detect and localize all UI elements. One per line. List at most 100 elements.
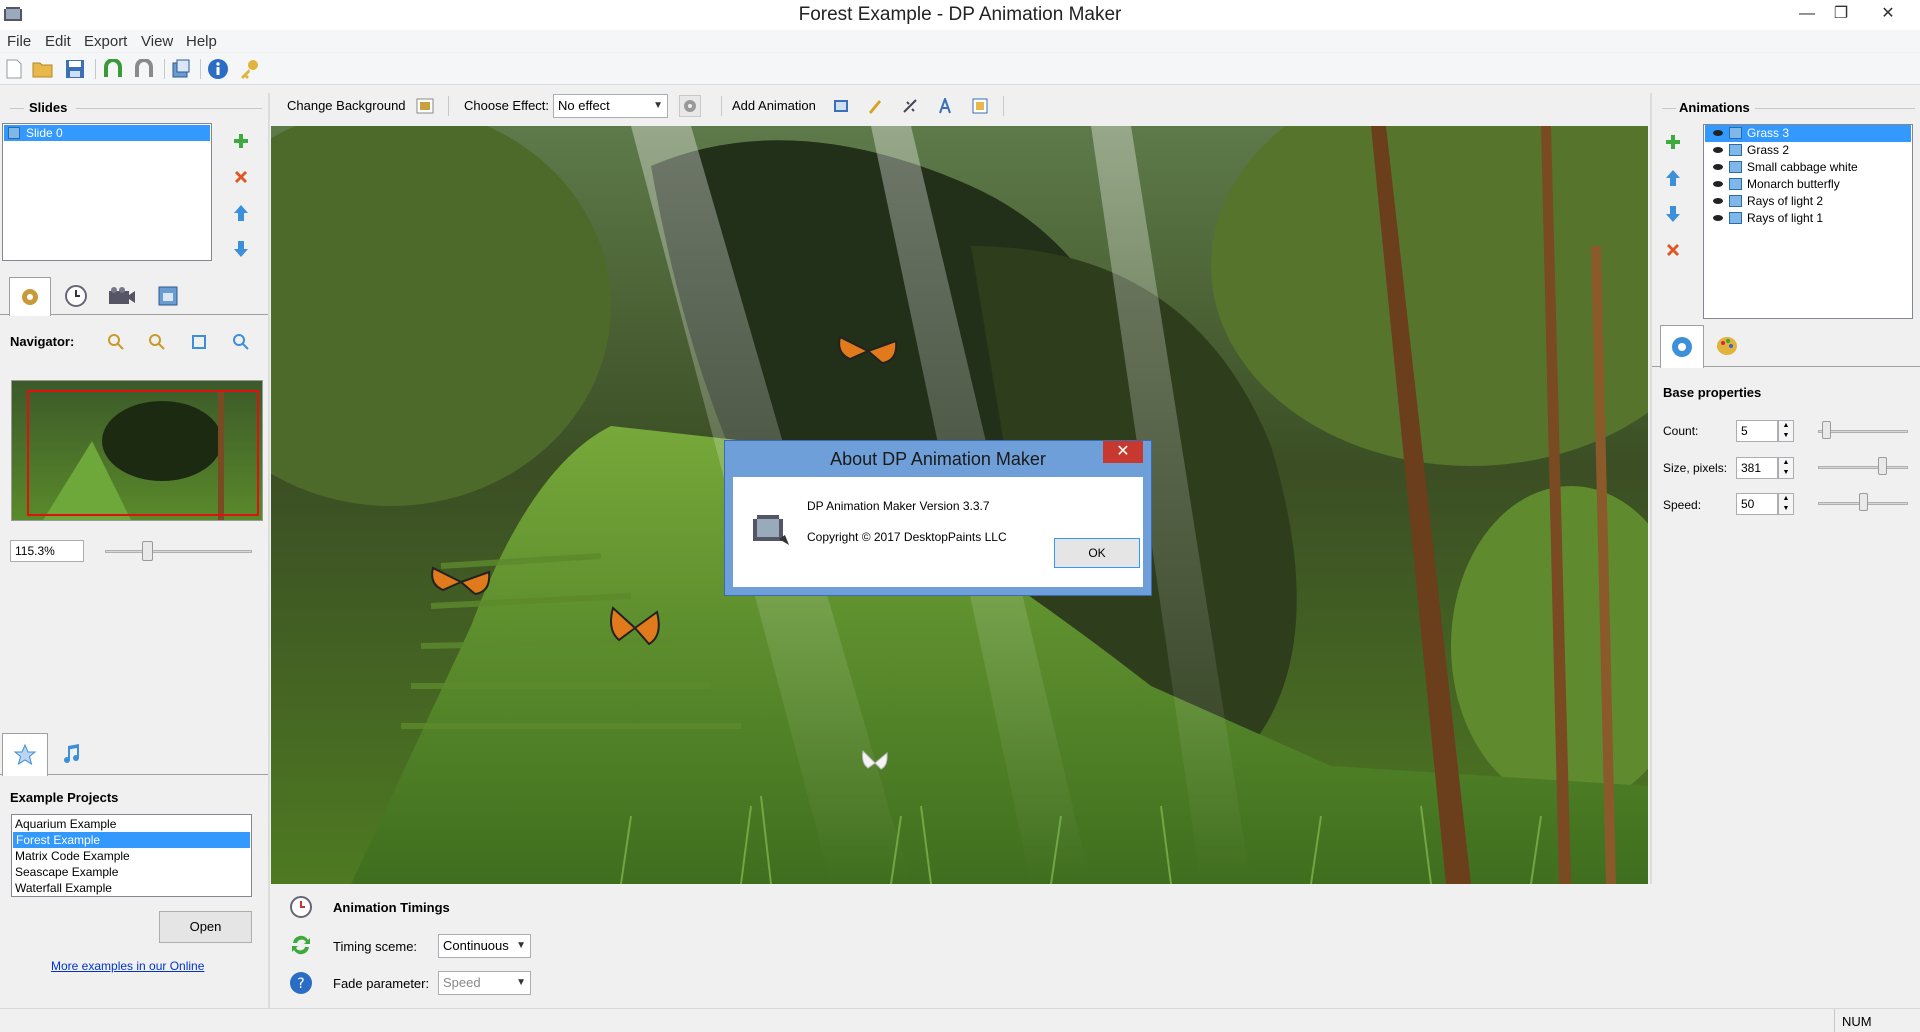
visibility-eye-icon[interactable] [1713, 215, 1723, 221]
move-animation-down-button[interactable] [1662, 203, 1684, 225]
count-slider-thumb[interactable] [1822, 421, 1832, 439]
example-item-matrix[interactable]: Matrix Code Example [12, 848, 251, 864]
menu-help[interactable]: Help [186, 33, 217, 50]
effect-select[interactable]: No effect ▼ [553, 94, 668, 118]
section-rule [1662, 108, 1676, 109]
delete-animation-button[interactable] [1662, 239, 1684, 261]
tab-slide-settings[interactable] [9, 277, 51, 316]
menu-export[interactable]: Export [84, 33, 127, 50]
slides-list[interactable]: Slide 0 [2, 123, 212, 261]
size-slider-track[interactable] [1818, 466, 1908, 469]
arrow-up-icon [1666, 170, 1680, 186]
example-item-waterfall[interactable]: Waterfall Example [12, 880, 251, 896]
toolbar-separator [200, 59, 201, 79]
add-image-animation-icon[interactable] [830, 95, 852, 117]
close-icon: ✕ [1116, 443, 1130, 460]
add-sprite-animation-icon[interactable] [969, 95, 991, 117]
tab-timing[interactable] [55, 277, 97, 315]
move-animation-up-button[interactable] [1662, 167, 1684, 189]
visibility-eye-icon[interactable] [1713, 181, 1723, 187]
open-folder-icon[interactable] [31, 57, 55, 81]
animation-tabs [1652, 325, 1920, 368]
info-icon[interactable] [206, 57, 230, 81]
size-field[interactable]: 381 [1736, 457, 1778, 479]
new-file-icon[interactable] [2, 57, 26, 81]
visibility-eye-icon[interactable] [1713, 130, 1723, 136]
timing-scheme-select[interactable]: Continuous ▼ [438, 934, 531, 958]
fade-parameter-select[interactable]: Speed ▼ [438, 971, 531, 995]
slide-item[interactable]: Slide 0 [4, 125, 210, 141]
open-example-button[interactable]: Open [159, 911, 252, 943]
tab-appearance[interactable] [1706, 325, 1748, 367]
add-brush-animation-icon[interactable] [864, 95, 886, 117]
gear-icon [22, 289, 38, 305]
left-splitter[interactable] [268, 93, 270, 1008]
visibility-eye-icon[interactable] [1713, 164, 1723, 170]
tab-camera[interactable] [101, 277, 143, 315]
timings-title: Animation Timings [333, 900, 450, 915]
count-spinner[interactable]: ▲ ▼ [1778, 420, 1794, 442]
animation-item[interactable]: Monarch butterfly [1705, 176, 1911, 193]
background-icon[interactable] [414, 95, 436, 117]
key-icon[interactable] [237, 57, 261, 81]
tab-examples[interactable] [2, 733, 48, 776]
add-slide-button[interactable] [230, 130, 252, 152]
zoom-slider-track[interactable] [105, 550, 252, 553]
move-slide-down-button[interactable] [230, 238, 252, 260]
animations-list[interactable]: Grass 3 Grass 2 Small cabbage white Monarch… [1703, 124, 1913, 319]
example-item-aquarium[interactable]: Aquarium Example [12, 816, 251, 832]
animation-item[interactable]: Grass 2 [1705, 142, 1911, 159]
tab-export[interactable] [147, 277, 189, 315]
ok-button[interactable]: OK [1054, 538, 1140, 568]
visibility-eye-icon[interactable] [1713, 147, 1723, 153]
more-examples-link[interactable]: More examples in our Online [51, 959, 204, 973]
add-animation-button[interactable] [1662, 131, 1684, 153]
animation-item[interactable]: Grass 3 [1705, 125, 1911, 142]
animation-item[interactable]: Rays of light 1 [1705, 210, 1911, 227]
zoom-value-field[interactable]: 115.3% [10, 540, 84, 562]
move-slide-up-button[interactable] [230, 202, 252, 224]
visibility-eye-icon[interactable] [1713, 198, 1723, 204]
example-item-seascape[interactable]: Seascape Example [12, 864, 251, 880]
examples-list[interactable]: Aquarium Example Forest Example Matrix C… [11, 814, 252, 897]
size-slider-thumb[interactable] [1877, 457, 1887, 475]
count-field[interactable]: 5 [1736, 420, 1778, 442]
animation-item[interactable]: Rays of light 2 [1705, 193, 1911, 210]
delete-slide-button[interactable] [230, 166, 252, 188]
menu-edit[interactable]: Edit [45, 33, 71, 50]
animation-item[interactable]: Small cabbage white [1705, 159, 1911, 176]
export-icon[interactable] [169, 57, 193, 81]
speed-slider-thumb[interactable] [1858, 493, 1868, 511]
navigator-preview[interactable] [11, 380, 263, 521]
add-text-animation-icon[interactable] [934, 95, 956, 117]
animation-item-label: Rays of light 1 [1747, 211, 1824, 225]
maximize-button[interactable]: ❐ [1822, 0, 1860, 30]
count-slider-track[interactable] [1818, 430, 1908, 433]
zoom-fit-icon[interactable] [188, 331, 210, 353]
speed-spinner[interactable]: ▲ ▼ [1778, 493, 1794, 515]
close-button[interactable]: ✕ [1856, 0, 1920, 30]
add-effect-animation-icon[interactable] [899, 95, 921, 117]
menu-file[interactable]: File [7, 33, 31, 50]
zoom-slider-thumb[interactable] [141, 541, 153, 561]
redo-icon[interactable] [132, 57, 156, 81]
change-background-label[interactable]: Change Background [287, 98, 406, 113]
effect-settings-icon[interactable] [679, 95, 701, 117]
tab-base-properties[interactable] [1660, 325, 1704, 368]
zoom-actual-icon[interactable] [230, 331, 252, 353]
dialog-close-button[interactable]: ✕ [1103, 441, 1143, 463]
app-logo-icon [751, 509, 791, 550]
fade-parameter-label: Fade parameter: [333, 976, 430, 991]
tab-music[interactable] [50, 733, 92, 775]
save-icon[interactable] [63, 57, 87, 81]
example-item-forest[interactable]: Forest Example [13, 832, 250, 848]
zoom-out-icon[interactable] [146, 331, 168, 353]
zoom-in-icon[interactable] [105, 331, 127, 353]
menu-view[interactable]: View [141, 33, 173, 50]
palette-icon [1717, 337, 1737, 355]
speed-field[interactable]: 50 [1736, 493, 1778, 515]
size-spinner[interactable]: ▲ ▼ [1778, 457, 1794, 479]
undo-icon[interactable] [101, 57, 125, 81]
help-icon[interactable]: ? [288, 970, 314, 996]
minimize-button[interactable]: — [1788, 0, 1826, 30]
